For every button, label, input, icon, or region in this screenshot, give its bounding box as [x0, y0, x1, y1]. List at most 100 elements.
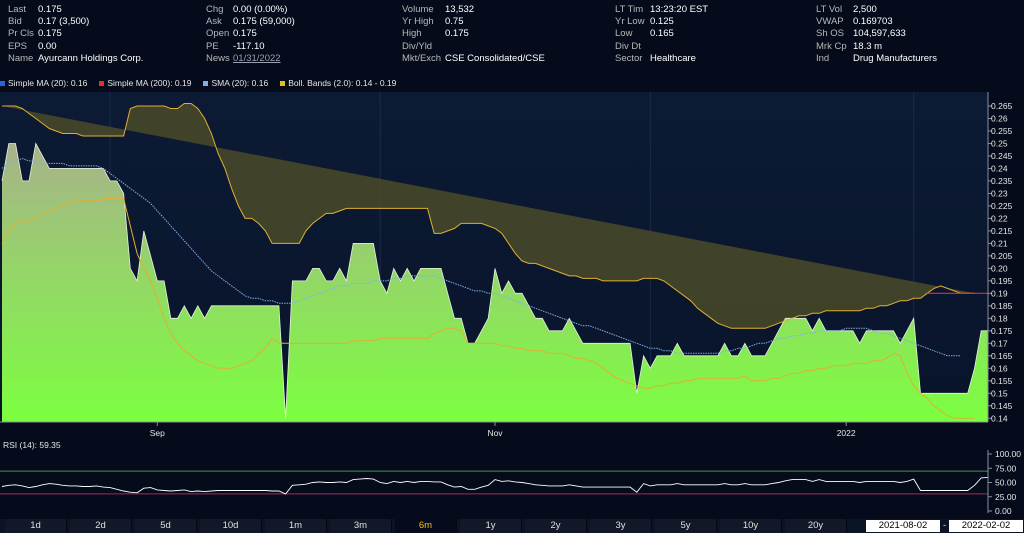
- quote-field: Mkt/Exch CSE Consolidated/CSE: [402, 53, 545, 65]
- quote-field: Div/Yld: [402, 41, 545, 53]
- quote-field: Ask 0.175 (59,000): [206, 16, 295, 28]
- y-tick-label: 0.185: [991, 301, 1013, 311]
- quote-value: 0.125: [650, 16, 674, 28]
- range-button-10d[interactable]: 10d: [200, 519, 262, 533]
- range-button-1m[interactable]: 1m: [265, 519, 327, 533]
- quote-field: Mrk Cp 18.3 m: [816, 41, 937, 53]
- range-button-5d[interactable]: 5d: [135, 519, 197, 533]
- rsi-chart[interactable]: 0.00 25.00 50.00 75.00 100.00: [0, 450, 1024, 517]
- quote-field: Last 0.175: [8, 4, 143, 16]
- y-tick-label: 0.245: [991, 151, 1013, 161]
- y-tick-label: 0.23: [991, 188, 1008, 198]
- quote-key: Yr Low: [615, 16, 645, 28]
- quote-key: Div Dt: [615, 40, 641, 52]
- y-tick-label: 0.20: [991, 263, 1008, 273]
- quote-value: Ayurcann Holdings Corp.: [38, 52, 144, 64]
- chart-legend: Simple MA (20): 0.16 Simple MA (200): 0.1…: [0, 78, 408, 92]
- quote-column: Volume 13,532 Yr High 0.75 High 0.175 Div/Yld M…: [402, 4, 545, 65]
- quote-value: Healthcare: [650, 52, 696, 64]
- legend-swatch: [99, 81, 105, 87]
- quote-field: Sector Healthcare: [615, 53, 708, 65]
- range-button-3m[interactable]: 3m: [330, 519, 392, 533]
- quote-value: 104,597,633: [853, 28, 906, 40]
- y-tick-label: 0.195: [991, 276, 1013, 286]
- quote-key: Pr Cls: [8, 28, 34, 40]
- y-tick-label: 0.15: [991, 388, 1008, 398]
- range-button-6m[interactable]: 6m: [395, 519, 457, 533]
- range-button-20y[interactable]: 20y: [785, 519, 847, 533]
- y-tick-label: 0.14: [991, 413, 1008, 423]
- end-date-field[interactable]: 2022-02-02: [949, 520, 1023, 532]
- y-tick-label: 0.21: [991, 238, 1008, 248]
- y-tick-label: 0.18: [991, 313, 1008, 323]
- quote-key: Ask: [206, 16, 222, 28]
- legend-item[interactable]: Simple MA (20): 0.16: [0, 78, 87, 88]
- quote-key: High: [402, 28, 422, 40]
- quote-field: LT Vol 2,500: [816, 4, 937, 16]
- y-tick-label: 0.22: [991, 213, 1008, 223]
- x-tick-label: Sep: [150, 428, 165, 438]
- quote-value: 0.175 (59,000): [233, 16, 295, 28]
- quote-key: Yr High: [402, 16, 434, 28]
- range-button-3y[interactable]: 3y: [590, 519, 652, 533]
- quote-column: Last 0.175 Bid 0.17 (3,500) Pr Cls 0.175 EPS 0.…: [8, 4, 143, 65]
- range-button-1d[interactable]: 1d: [5, 519, 67, 533]
- legend-item[interactable]: Simple MA (200): 0.19: [99, 78, 191, 88]
- time-range-bar: 1d 2d 5d 10d 1m 3m 6m 1y 2y 3y 5y 10y 20y 2021-08-02…: [0, 519, 1024, 533]
- y-tick-label: 0.16: [991, 363, 1008, 373]
- rsi-label: RSI (14): 59.35: [3, 440, 61, 450]
- legend-label: Boll. Bands (2.0): 0.14 - 0.19: [288, 78, 397, 88]
- quote-value: 0.17 (3,500): [38, 16, 90, 28]
- quote-value: -117.10: [233, 40, 265, 52]
- x-tick-label: Nov: [487, 428, 503, 438]
- y-tick-label: 0.155: [991, 376, 1013, 386]
- range-button-2y[interactable]: 2y: [525, 519, 587, 533]
- quote-value: 0.169703: [853, 16, 893, 28]
- quote-value: 0.75: [445, 16, 464, 28]
- range-button-2d[interactable]: 2d: [70, 519, 132, 533]
- quote-key: Sector: [615, 52, 643, 64]
- start-date-field[interactable]: 2021-08-02: [866, 520, 940, 532]
- quote-key: Div/Yld: [402, 40, 433, 52]
- quote-key: Bid: [8, 16, 22, 28]
- rsi-y-tick-label: 100.00: [995, 450, 1021, 459]
- news-date-link[interactable]: 01/31/2022: [233, 53, 281, 64]
- quote-field: Pr Cls 0.175: [8, 28, 143, 40]
- quote-key: Name: [8, 52, 34, 64]
- quote-key: VWAP: [816, 16, 844, 28]
- quote-value: 13,532: [445, 4, 475, 15]
- quote-value: 0.00: [38, 40, 57, 52]
- quote-field: Open 0.175: [206, 28, 295, 40]
- y-tick-label: 0.145: [991, 401, 1013, 411]
- quote-column: LT Vol 2,500 VWAP 0.169703 Sh OS 104,597,633 M…: [816, 4, 937, 65]
- y-tick-label: 0.215: [991, 226, 1013, 236]
- quote-field: Chg 0.00 (0.00%): [206, 4, 295, 16]
- legend-item[interactable]: SMA (20): 0.16: [203, 78, 268, 88]
- range-button-10y[interactable]: 10y: [720, 519, 782, 533]
- date-separator: -: [943, 520, 947, 531]
- legend-label: SMA (20): 0.16: [211, 78, 269, 88]
- quote-key: Chg: [206, 4, 224, 15]
- quote-key: Sh OS: [816, 28, 844, 40]
- quote-key: Open: [206, 28, 230, 40]
- quote-field: Low 0.165: [615, 28, 708, 40]
- legend-swatch: [203, 81, 209, 87]
- quote-field: Div Dt: [615, 41, 708, 53]
- legend-item[interactable]: Boll. Bands (2.0): 0.14 - 0.19: [280, 78, 396, 88]
- quote-field: Yr Low 0.125: [615, 16, 708, 28]
- legend-swatch: [280, 81, 286, 87]
- quote-value: Drug Manufacturers: [853, 52, 937, 64]
- price-chart[interactable]: 0.14 0.145 0.15 0.155 0.16 0.165 0.17 0.175 0.18…: [0, 92, 1024, 438]
- quote-value: 18.3 m: [853, 40, 883, 52]
- quote-value: 0.00 (0.00%): [233, 4, 288, 15]
- quote-key: PE: [206, 40, 219, 52]
- quote-field: LT Tim 13:23:20 EST: [615, 4, 708, 16]
- quote-key: News: [206, 52, 230, 64]
- quote-value: CSE Consolidated/CSE: [445, 52, 545, 64]
- y-tick-label: 0.225: [991, 201, 1013, 211]
- quote-value: 0.175: [38, 4, 62, 15]
- range-button-1y[interactable]: 1y: [460, 519, 522, 533]
- quote-value: 0.165: [650, 28, 674, 40]
- rsi-y-tick-label: 50.00: [995, 478, 1017, 488]
- range-button-5y[interactable]: 5y: [655, 519, 717, 533]
